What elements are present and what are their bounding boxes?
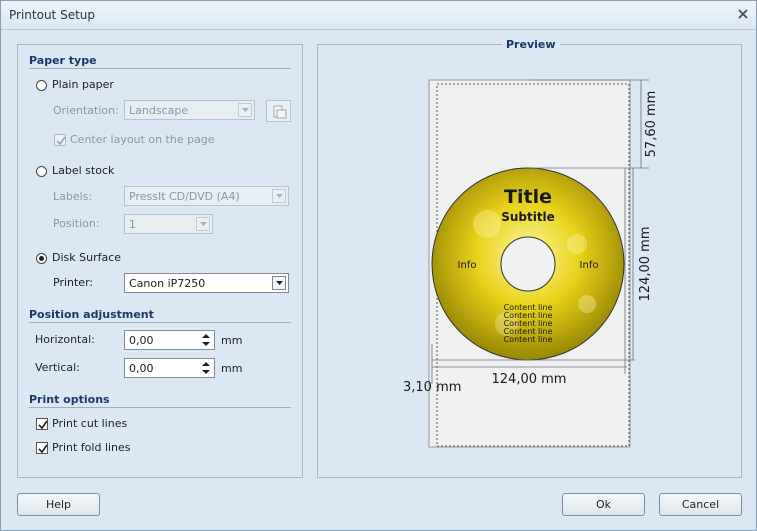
disc-sparkle — [578, 295, 596, 313]
title-bar: Printout Setup — [1, 1, 756, 30]
horizontal-stepper[interactable]: 0,00 — [124, 330, 215, 350]
disc-subtitle: Subtitle — [501, 210, 555, 224]
vertical-value: 0,00 — [129, 362, 154, 375]
chevron-down-icon — [238, 103, 252, 117]
dimension-left: 3,10 mm — [403, 380, 461, 395]
chevron-down-icon — [272, 276, 286, 290]
orientation-label: Orientation: — [53, 104, 119, 117]
vertical-unit: mm — [221, 362, 243, 375]
horizontal-unit: mm — [221, 334, 243, 347]
cancel-button[interactable]: Cancel — [659, 493, 742, 516]
disc-content-line: Content line — [504, 335, 553, 344]
position-label: Position: — [53, 217, 100, 230]
horizontal-value: 0,00 — [129, 334, 154, 347]
print-fold-lines-checkbox[interactable] — [36, 442, 48, 454]
printout-setup-dialog: Printout Setup Paper type Plain paper Or… — [0, 0, 757, 531]
position-value: 1 — [129, 218, 136, 231]
print-cut-lines-label: Print cut lines — [52, 417, 128, 430]
preview-canvas: Title Subtitle Info Info Content line Co… — [403, 79, 659, 448]
print-options-heading: Print options — [29, 393, 110, 406]
printer-value: Canon iP7250 — [129, 277, 206, 290]
center-layout-checkbox[interactable] — [54, 134, 66, 146]
dimension-top: 57,60 mm — [644, 91, 659, 158]
vertical-label: Vertical: — [35, 361, 80, 374]
window-title: Printout Setup — [9, 8, 95, 22]
ok-button[interactable]: Ok — [562, 493, 645, 516]
page-rotate-icon — [273, 105, 287, 119]
chevron-down-icon — [272, 189, 286, 203]
print-cut-lines-checkbox[interactable] — [36, 418, 48, 430]
disk-surface-radio[interactable] — [36, 253, 47, 264]
chevron-down-icon — [196, 217, 210, 231]
print-fold-lines-label: Print fold lines — [52, 441, 131, 454]
disk-surface-label: Disk Surface — [52, 251, 122, 264]
labels-select[interactable]: PressIt CD/DVD (A4) — [124, 186, 289, 206]
spinner-arrows-icon[interactable] — [200, 332, 212, 348]
print-options-divider — [29, 407, 291, 408]
label-stock-radio[interactable] — [36, 166, 47, 177]
plain-paper-label: Plain paper — [52, 78, 114, 91]
disc-info-left: Info — [458, 260, 477, 271]
disc-sparkle — [567, 234, 587, 254]
paper-type-heading: Paper type — [29, 54, 97, 67]
horizontal-label: Horizontal: — [35, 333, 95, 346]
orientation-select[interactable]: Landscape — [124, 100, 255, 120]
orientation-value: Landscape — [129, 104, 189, 117]
labels-label: Labels: — [53, 190, 93, 203]
disc-sparkle — [473, 210, 501, 238]
position-select[interactable]: 1 — [124, 214, 213, 234]
printer-label: Printer: — [53, 276, 94, 289]
help-button[interactable]: Help — [17, 493, 100, 516]
dimension-right: 124,00 mm — [638, 227, 653, 302]
disc-info-right: Info — [580, 260, 599, 271]
labels-value: PressIt CD/DVD (A4) — [129, 190, 240, 203]
plain-paper-radio[interactable] — [36, 80, 47, 91]
printer-select[interactable]: Canon iP7250 — [124, 273, 289, 293]
vertical-stepper[interactable]: 0,00 — [124, 358, 215, 378]
paper-type-divider — [29, 68, 291, 69]
dimension-bottom: 124,00 mm — [492, 372, 567, 387]
center-layout-label: Center layout on the page — [70, 133, 215, 146]
disc-hole — [500, 236, 556, 292]
close-icon[interactable] — [736, 7, 750, 21]
position-adjustment-divider — [29, 322, 291, 323]
page-orientation-button[interactable] — [266, 100, 291, 122]
position-adjustment-heading: Position adjustment — [29, 308, 154, 321]
disc-title: Title — [504, 186, 552, 208]
label-stock-label: Label stock — [52, 164, 115, 177]
spinner-arrows-icon[interactable] — [200, 360, 212, 376]
